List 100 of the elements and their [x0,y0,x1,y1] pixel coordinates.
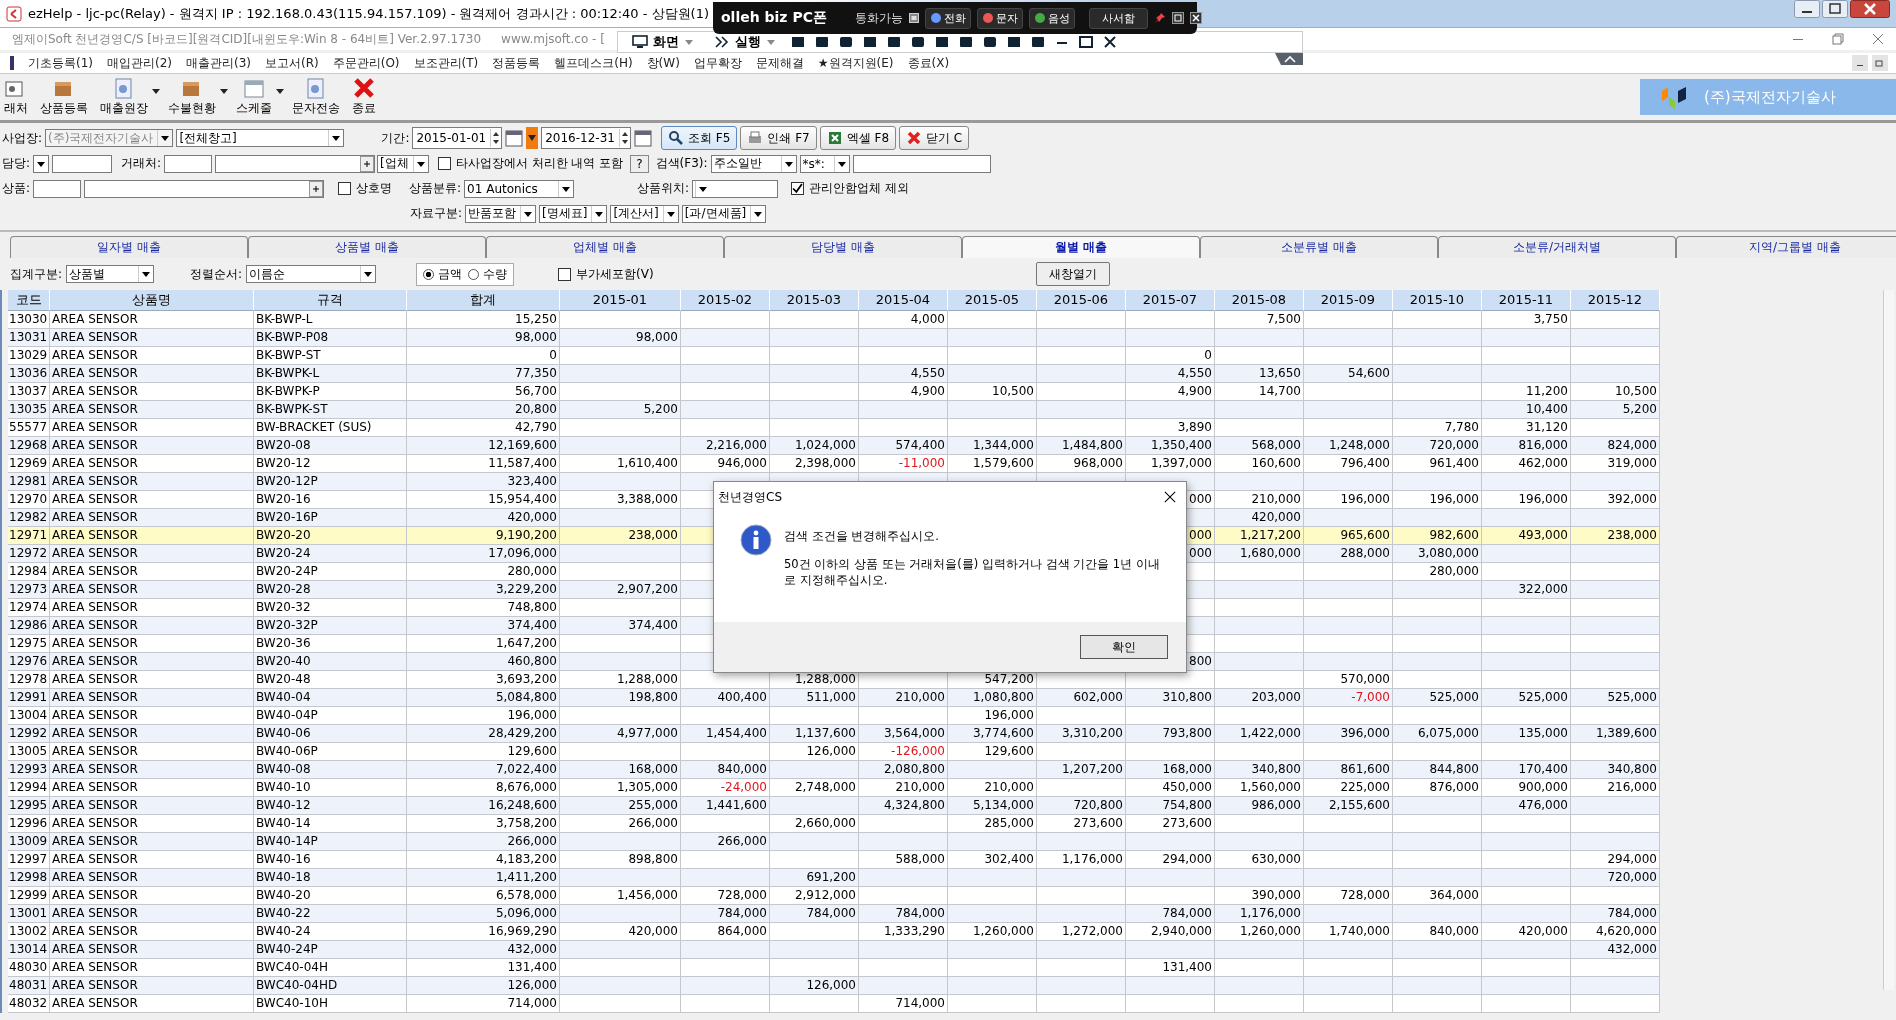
table-cell: 135,000 [1518,726,1568,740]
table-cell: 168,000 [1162,762,1212,776]
table-cell: 340,800 [1251,762,1301,776]
table-cell: 238,000 [1607,528,1657,542]
table-cell: 728,000 [717,888,767,902]
table-cell: 432,000 [507,942,557,956]
table-cell: 3,750 [1533,312,1568,326]
table-cell: 12984 [9,564,48,578]
table-cell: 720,800 [1073,798,1123,812]
field-label: 상품: [2,180,31,197]
table-cell: 16,248,600 [488,798,557,812]
table-cell: 98,000 [636,330,678,344]
table-cell: 12992 [9,726,48,740]
table-cell: 5,200 [1622,402,1657,416]
table-cell: 396,000 [1340,726,1390,740]
table-cell: 1,344,000 [972,438,1034,452]
table-cell: AREA SENSOR [52,618,138,632]
dialog-title: 천년경영CS [718,488,782,506]
table-cell: 294,000 [1162,852,1212,866]
table-cell: BW20-08 [256,438,311,452]
table-cell: 203,000 [1251,690,1301,704]
table-cell: 12999 [9,888,48,902]
table-cell: 000 [1189,546,1212,560]
table-cell: 7,780 [1444,420,1479,434]
table-cell: 6,578,000 [495,888,557,902]
table-cell: 12971 [9,528,48,542]
table-cell: AREA SENSOR [52,654,138,668]
table-cell: 98,000 [515,330,557,344]
table-cell: 126,000 [507,978,557,992]
table-cell: AREA SENSOR [52,384,138,398]
table-cell: 4,000 [910,312,945,326]
table-cell: 1,579,600 [972,456,1034,470]
field-label: 상품분류: [409,180,462,197]
table-cell: 3,890 [1177,420,1212,434]
table-cell: 5,200 [643,402,678,416]
table-cell: BW-BRACKET (SUS) [256,420,372,434]
table-cell: 126,000 [806,978,856,992]
table-cell: 54,600 [1348,366,1390,380]
table-cell: 255,000 [628,798,678,812]
table-cell: 1,333,290 [883,924,945,938]
table-cell: 728,000 [1340,888,1390,902]
table-cell: AREA SENSOR [52,672,138,686]
table-cell: 216,000 [1607,780,1657,794]
table-cell: 13037 [9,384,48,398]
table-cell: 17,096,000 [488,546,557,560]
table-cell: 322,000 [1518,582,1568,596]
table-cell: 840,000 [717,762,767,776]
table-cell: 748,800 [507,600,557,614]
table-cell: 42,790 [515,420,557,434]
table-cell: 13,650 [1259,366,1301,380]
table-cell: 12998 [9,870,48,884]
table-cell: 2,912,000 [794,888,856,902]
table-cell: 4,183,200 [495,852,557,866]
table-cell: 462,000 [1518,456,1568,470]
table-cell: 12972 [9,546,48,560]
table-cell: 844,800 [1429,762,1479,776]
table-cell: 574,400 [895,438,945,452]
table-cell: 4,900 [910,384,945,398]
table-cell: 48032 [9,996,48,1010]
table-cell: BW40-10 [256,780,311,794]
table-cell: 965,600 [1340,528,1390,542]
table-cell: BW40-12 [256,798,311,812]
call-status: 통화가능 [854,9,903,27]
table-cell: 796,400 [1340,456,1390,470]
table-cell: BW20-36 [256,636,311,650]
table-cell: AREA SENSOR [52,996,138,1010]
table-cell: 0 [1204,348,1212,362]
table-cell: AREA SENSOR [52,870,138,884]
table-cell: 12973 [9,582,48,596]
table-cell: 525,000 [1429,690,1479,704]
table-cell: 000 [1189,528,1212,542]
table-cell: 1,248,000 [1328,438,1390,452]
table-cell: 3,774,600 [972,726,1034,740]
table-cell: 210,000 [895,780,945,794]
table-cell: 9,190,200 [495,528,557,542]
table-cell: 2,155,600 [1328,798,1390,812]
table-cell: 12970 [9,492,48,506]
table-cell: BW20-24P [256,564,318,578]
table-cell: 816,000 [1518,438,1568,452]
table-cell: 280,000 [1429,564,1479,578]
table-cell: 840,000 [1429,924,1479,938]
table-cell: AREA SENSOR [52,798,138,812]
table-cell: -24,000 [720,780,767,794]
table-cell: AREA SENSOR [52,744,138,758]
table-cell: AREA SENSOR [52,708,138,722]
table-cell: 1,680,000 [1239,546,1301,560]
table-cell: 3,564,000 [883,726,945,740]
table-cell: AREA SENSOR [52,366,138,380]
table-cell: 129,600 [984,744,1034,758]
table-cell: BK-BWP-L [256,312,313,326]
table-cell: 864,000 [717,924,767,938]
table-cell: BW20-48 [256,672,311,686]
table-cell: BW40-22 [256,906,311,920]
table-cell: 12991 [9,690,48,704]
table-cell: 129,600 [507,744,557,758]
table-cell: 2,398,000 [794,456,856,470]
table-cell: 13009 [9,834,48,848]
table-cell: 754,800 [1162,798,1212,812]
table-cell: 1,422,000 [1239,726,1301,740]
table-cell: 0 [549,348,557,362]
